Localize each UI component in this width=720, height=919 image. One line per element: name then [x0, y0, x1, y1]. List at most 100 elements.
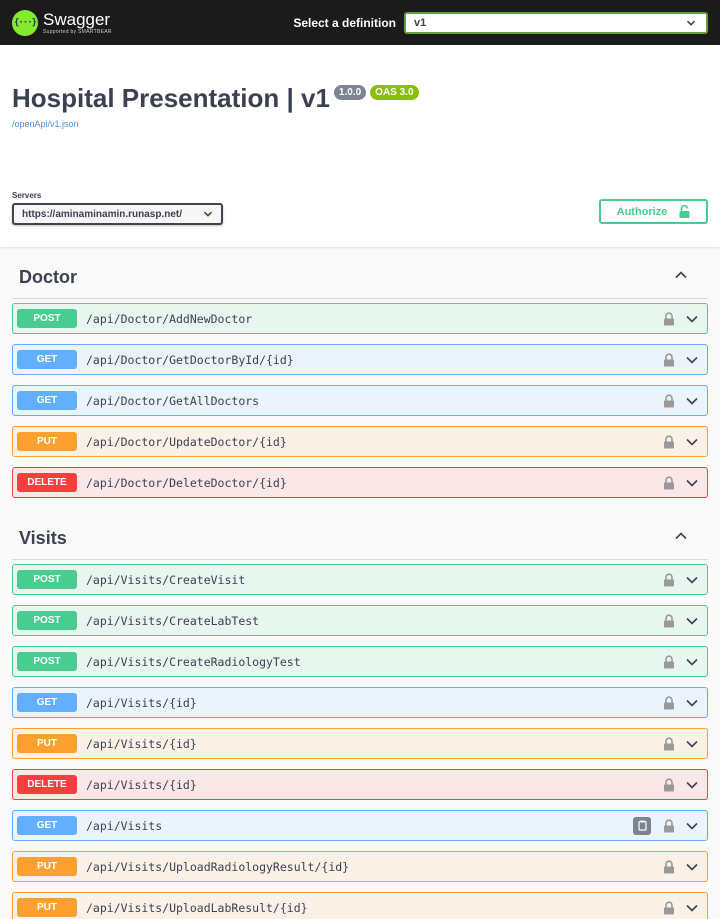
operation-path: /api/Visits/CreateVisit [86, 572, 246, 587]
operation-row[interactable]: POST/api/Visits/CreateLabTest [12, 605, 708, 636]
chevron-down-icon[interactable] [685, 819, 699, 833]
swagger-logo[interactable]: {···} Swagger Supported by SMARTBEAR [12, 9, 112, 36]
operation-path: /api/Doctor/DeleteDoctor/{id} [86, 475, 287, 490]
api-info: Hospital Presentation | v1 1.0.0 OAS 3.0… [0, 45, 720, 165]
brand-name: Swagger [43, 9, 111, 29]
method-badge: POST [17, 652, 77, 671]
operation-row[interactable]: DELETE/api/Doctor/DeleteDoctor/{id} [12, 467, 708, 498]
lock-icon[interactable] [663, 818, 675, 833]
operation-path: /api/Visits [86, 818, 163, 833]
servers-section: Servers https://aminaminamin.runasp.net/… [0, 165, 720, 247]
operation-path: /api/Doctor/GetAllDoctors [86, 393, 260, 408]
chevron-down-icon[interactable] [685, 696, 699, 710]
operation-path: /api/Doctor/AddNewDoctor [86, 311, 253, 326]
operation-row[interactable]: PUT/api/Visits/UploadLabResult/{id} [12, 892, 708, 919]
method-badge: POST [17, 611, 77, 630]
method-badge: PUT [17, 857, 77, 876]
lock-icon[interactable] [663, 695, 675, 710]
operation-path: /api/Visits/{id} [86, 777, 197, 792]
page-title: Hospital Presentation | v1 [12, 83, 330, 113]
chevron-down-icon[interactable] [685, 353, 699, 367]
tag-name: Doctor [19, 267, 77, 287]
lock-icon[interactable] [663, 859, 675, 874]
operation-row[interactable]: DELETE/api/Visits/{id} [12, 769, 708, 800]
unlock-icon [679, 205, 690, 218]
operation-row[interactable]: PUT/api/Doctor/UpdateDoctor/{id} [12, 426, 708, 457]
method-badge: GET [17, 350, 77, 369]
method-badge: POST [17, 570, 77, 589]
chevron-down-icon[interactable] [685, 655, 699, 669]
operation-row[interactable]: POST/api/Visits/CreateRadiologyTest [12, 646, 708, 677]
operation-row[interactable]: GET/api/Visits/{id} [12, 687, 708, 718]
operation-path: /api/Visits/UploadLabResult/{id} [86, 900, 308, 915]
authorize-label: Authorize [616, 205, 668, 218]
chevron-down-icon[interactable] [685, 394, 699, 408]
chevron-down-icon[interactable] [685, 573, 699, 587]
operation-path: /api/Doctor/UpdateDoctor/{id} [86, 434, 287, 449]
spec-link[interactable]: /openApi/v1.json [12, 119, 79, 129]
lock-icon[interactable] [663, 613, 675, 628]
lock-icon[interactable] [663, 352, 675, 367]
chevron-down-icon [203, 211, 213, 217]
servers-label: Servers [12, 191, 42, 200]
lock-icon[interactable] [663, 900, 675, 915]
swagger-logo-icon: {···} [12, 9, 38, 36]
authorize-button[interactable]: Authorize [599, 199, 708, 224]
chevron-down-icon[interactable] [685, 901, 699, 915]
operation-row[interactable]: GET/api/Doctor/GetAllDoctors [12, 385, 708, 416]
brand-subtitle: Supported by SMARTBEAR [43, 28, 112, 35]
lock-icon[interactable] [663, 654, 675, 669]
chevron-down-icon[interactable] [685, 737, 699, 751]
chevron-down-icon[interactable] [685, 778, 699, 792]
definition-label: Select a definition [293, 15, 396, 30]
method-badge: GET [17, 391, 77, 410]
operation-path: /api/Visits/CreateLabTest [86, 613, 260, 628]
operation-path: /api/Visits/UploadRadiologyResult/{id} [86, 859, 350, 874]
chevron-down-icon[interactable] [685, 614, 699, 628]
operation-row[interactable]: PUT/api/Visits/UploadRadiologyResult/{id… [12, 851, 708, 882]
lock-icon[interactable] [663, 736, 675, 751]
chevron-down-icon [686, 20, 696, 26]
chevron-down-icon[interactable] [685, 860, 699, 874]
method-badge: DELETE [17, 473, 77, 492]
servers-select[interactable]: https://aminaminamin.runasp.net/ [12, 203, 223, 225]
tag-header-doctor[interactable]: Doctor [12, 247, 708, 299]
method-badge: DELETE [17, 775, 77, 794]
operation-path: /api/Visits/CreateRadiologyTest [86, 654, 301, 669]
method-badge: POST [17, 309, 77, 328]
operation-row[interactable]: GET/api/Visits [12, 810, 708, 841]
oas-badge: OAS 3.0 [370, 85, 419, 100]
tag-name: Visits [19, 528, 67, 548]
operation-row[interactable]: GET/api/Doctor/GetDoctorById/{id} [12, 344, 708, 375]
tag-header-visits[interactable]: Visits [12, 508, 708, 560]
method-badge: GET [17, 693, 77, 712]
lock-icon[interactable] [663, 434, 675, 449]
lock-icon[interactable] [663, 311, 675, 326]
chevron-down-icon[interactable] [685, 476, 699, 490]
copy-to-clipboard-icon[interactable] [633, 816, 651, 835]
version-badge: 1.0.0 [333, 85, 367, 100]
lock-icon[interactable] [663, 475, 675, 490]
chevron-up-icon [674, 529, 688, 548]
lock-icon[interactable] [663, 393, 675, 408]
operation-path: /api/Doctor/GetDoctorById/{id} [86, 352, 294, 367]
chevron-down-icon[interactable] [685, 312, 699, 326]
operation-path: /api/Visits/{id} [86, 695, 197, 710]
operation-path: /api/Visits/{id} [86, 736, 197, 751]
method-badge: PUT [17, 898, 77, 917]
operations-list: Doctor POST/api/Doctor/AddNewDoctor GET/ap… [0, 247, 720, 919]
operation-row[interactable]: POST/api/Visits/CreateVisit [12, 564, 708, 595]
operation-row[interactable]: PUT/api/Visits/{id} [12, 728, 708, 759]
lock-icon[interactable] [663, 777, 675, 792]
operation-row[interactable]: POST/api/Doctor/AddNewDoctor [12, 303, 708, 334]
servers-value: https://aminaminamin.runasp.net/ [22, 208, 183, 220]
definition-select[interactable]: v1 [404, 11, 708, 34]
method-badge: PUT [17, 734, 77, 753]
lock-icon[interactable] [663, 572, 675, 587]
definition-value: v1 [414, 16, 427, 29]
chevron-up-icon [674, 268, 688, 287]
chevron-down-icon[interactable] [685, 435, 699, 449]
topbar: {···} Swagger Supported by SMARTBEAR Sel… [0, 0, 720, 45]
method-badge: PUT [17, 432, 77, 451]
method-badge: GET [17, 816, 77, 835]
